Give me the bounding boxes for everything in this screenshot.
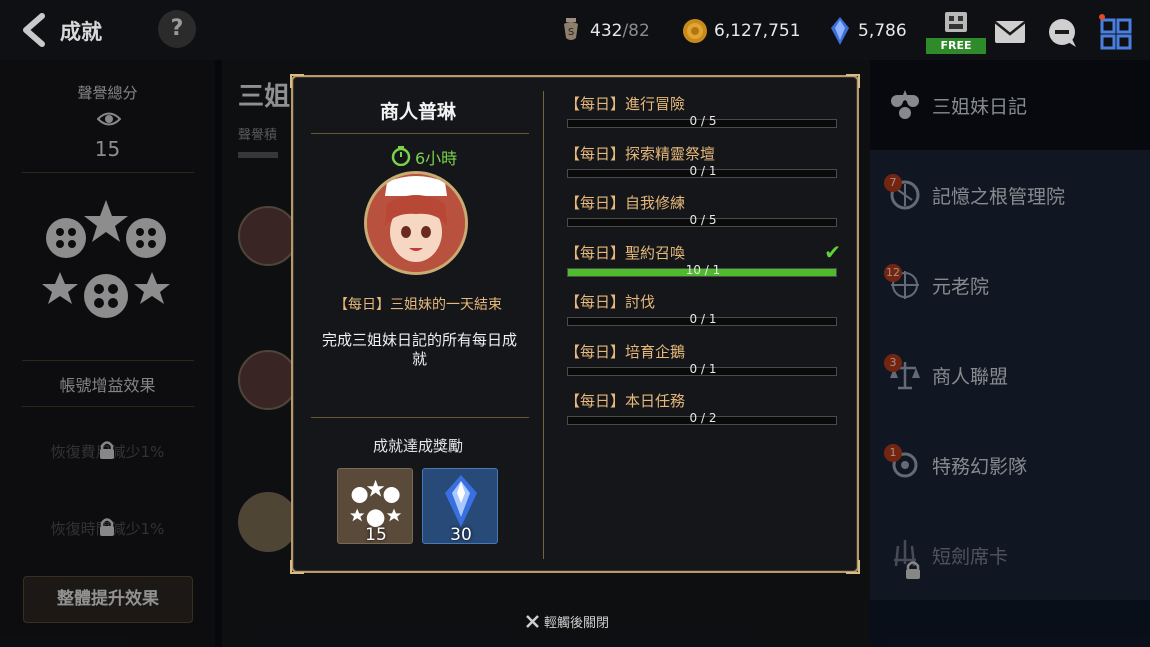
crystal-icon — [831, 17, 849, 45]
task-progress-value: 0 / 1 — [689, 163, 717, 178]
reward-item[interactable]: 30 — [422, 468, 498, 545]
task-label: 【每日】探索精靈祭壇 — [565, 144, 716, 163]
close-icon[interactable] — [526, 615, 539, 628]
npc-portrait — [364, 171, 468, 275]
npc-name: 商人普琳 — [379, 101, 456, 123]
task-label: 【每日】進行冒險 — [565, 95, 686, 113]
check-icon: ✔ — [824, 239, 841, 264]
task-progress-value: 0 / 2 — [689, 411, 717, 425]
mail-icon[interactable] — [994, 20, 1026, 44]
task-row: 【每日】培育企鵝 0 / 1 — [565, 341, 841, 386]
back-arrow-icon[interactable] — [18, 12, 52, 48]
reward-count: 30 — [450, 525, 472, 545]
task-progress-value: 0 / 1 — [689, 361, 717, 376]
reward-title: 成就達成獎勵 — [372, 437, 463, 455]
chat-icon[interactable] — [1046, 18, 1078, 48]
stamina-icon: S — [564, 18, 578, 40]
task-progress-value: 0 / 1 — [689, 312, 717, 326]
menu-grid-icon[interactable] — [1098, 14, 1134, 50]
quest-title: 【每日】三姐妹的一天結束 — [334, 297, 502, 313]
top-bar: 成就 ? S 432/82 6,127,751 5,786 FREE — [0, 0, 1150, 60]
task-row: 【每日】進行冒險 0 / 5 — [565, 93, 841, 138]
frame-corner — [846, 560, 860, 574]
reputation-emblem-icon — [350, 479, 402, 527]
close-hint[interactable]: 輕觸後關閉 — [544, 612, 609, 631]
task-label: 【每日】討伐 — [565, 293, 656, 311]
help-button[interactable]: ? — [158, 10, 196, 48]
reward-item[interactable]: 15 — [337, 468, 413, 545]
crystal-value: 5,786 — [858, 21, 907, 41]
frame-corner — [290, 560, 304, 574]
crystal-icon — [445, 475, 477, 527]
frame-corner — [290, 74, 304, 88]
task-progress-value: 0 / 5 — [689, 213, 717, 227]
task-row: 【每日】聖約召喚 10 / 1 ✔ — [565, 239, 841, 287]
task-row: 【每日】本日任務 0 / 2 — [565, 390, 841, 435]
task-progress-value: 0 / 5 — [689, 114, 717, 128]
frame-corner — [846, 74, 860, 88]
page-title: 成就 — [60, 20, 102, 44]
task-progress-value: 10 / 1 — [685, 262, 721, 277]
time-remaining: 6小時 — [415, 149, 458, 168]
task-row: 【每日】探索精靈祭壇 0 / 1 — [565, 143, 841, 188]
merchant-prin-avatar-icon — [367, 174, 465, 272]
free-summon-button[interactable]: FREE — [926, 8, 986, 58]
gold-coin-icon — [683, 19, 707, 43]
task-row: 【每日】自我修練 0 / 5 — [565, 192, 841, 237]
gold-value: 6,127,751 — [714, 21, 801, 41]
reward-count: 15 — [365, 525, 387, 545]
task-label: 【每日】培育企鵝 — [565, 342, 686, 361]
task-label: 【每日】自我修練 — [565, 194, 686, 212]
timer-icon — [391, 146, 411, 166]
free-badge: FREE — [926, 38, 986, 54]
shop-icon — [945, 12, 967, 32]
achievement-detail-modal: 商人普琳 6小時 【每日】三姐妹的一天結束 完成三姐妹日記的所有每日成就 成就達… — [290, 74, 860, 574]
column-divider — [543, 91, 544, 559]
divider — [311, 417, 529, 418]
divider — [311, 133, 529, 134]
quest-description: 完成三姐妹日記的所有每日成就 — [321, 331, 517, 368]
task-row: 【每日】討伐 0 / 1 — [565, 291, 841, 336]
svg-text:S: S — [568, 27, 574, 38]
task-label: 【每日】聖約召喚 — [565, 243, 686, 262]
stamina-value: 432/82 — [590, 21, 650, 41]
task-label: 【每日】本日任務 — [565, 392, 686, 410]
